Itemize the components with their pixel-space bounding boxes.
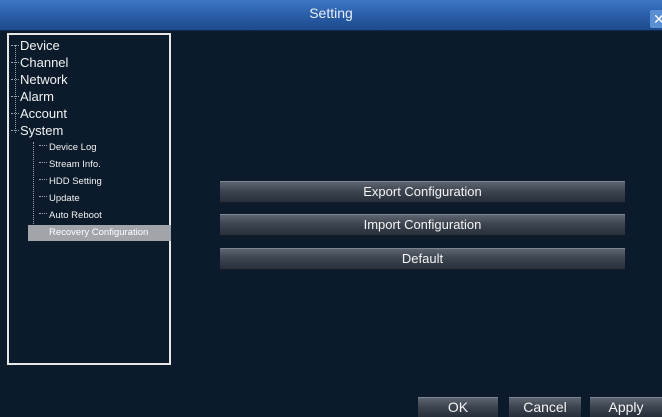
tree-item-label: Update	[49, 193, 80, 204]
tree-branch	[11, 44, 19, 46]
tree-item-recovery-configuration[interactable]: Recovery Configuration	[28, 225, 171, 241]
default-button[interactable]: Default	[220, 248, 625, 270]
tree-item-label: Account	[20, 106, 67, 121]
tree-branch	[39, 230, 47, 232]
tree-item-label: HDD Setting	[49, 176, 102, 187]
tree-item-hdd-setting[interactable]: HDD Setting	[39, 174, 102, 190]
tree-branch	[11, 112, 19, 114]
tree-item-device-log[interactable]: Device Log	[39, 140, 97, 156]
close-button[interactable]: ✕	[650, 10, 662, 28]
tree-branch	[39, 162, 47, 164]
tree-item-label: Alarm	[20, 89, 54, 104]
tree-item-auto-reboot[interactable]: Auto Reboot	[39, 208, 102, 224]
tree-item-label: System	[20, 123, 64, 138]
tree-branch	[11, 95, 19, 97]
tree-item-label: Recovery Configuration	[49, 227, 149, 238]
settings-tree: Device Channel Network Alarm Account Sys…	[7, 33, 171, 365]
window-title: Setting	[309, 5, 353, 21]
tree-branch	[39, 196, 47, 198]
tree-branch	[11, 78, 19, 80]
tree-item-label: Device	[20, 38, 60, 53]
export-configuration-button[interactable]: Export Configuration	[220, 181, 625, 203]
tree-line	[33, 142, 34, 234]
tree-item-label: Device Log	[49, 142, 97, 153]
tree-item-device[interactable]: Device	[11, 37, 60, 54]
tree-item-label: Network	[20, 72, 68, 87]
cancel-button[interactable]: Cancel	[509, 397, 581, 417]
tree-branch	[11, 129, 19, 131]
title-bar: Setting ✕	[0, 0, 662, 31]
tree-branch	[39, 145, 47, 147]
import-configuration-button[interactable]: Import Configuration	[220, 214, 625, 236]
tree-item-account[interactable]: Account	[11, 105, 67, 122]
tree-branch	[11, 61, 19, 63]
tree-item-stream-info[interactable]: Stream Info.	[39, 157, 101, 173]
tree-item-system[interactable]: System	[11, 122, 63, 139]
tree-item-label: Auto Reboot	[49, 210, 102, 221]
tree-branch	[39, 213, 47, 215]
apply-button[interactable]: Apply	[590, 397, 662, 417]
tree-branch	[39, 179, 47, 181]
ok-button[interactable]: OK	[418, 397, 498, 417]
close-icon: ✕	[653, 11, 662, 27]
tree-item-label: Stream Info.	[49, 159, 101, 170]
tree-item-update[interactable]: Update	[39, 191, 80, 207]
tree-item-network[interactable]: Network	[11, 71, 68, 88]
tree-item-label: Channel	[20, 55, 69, 70]
tree-item-alarm[interactable]: Alarm	[11, 88, 54, 105]
tree-item-channel[interactable]: Channel	[11, 54, 68, 71]
